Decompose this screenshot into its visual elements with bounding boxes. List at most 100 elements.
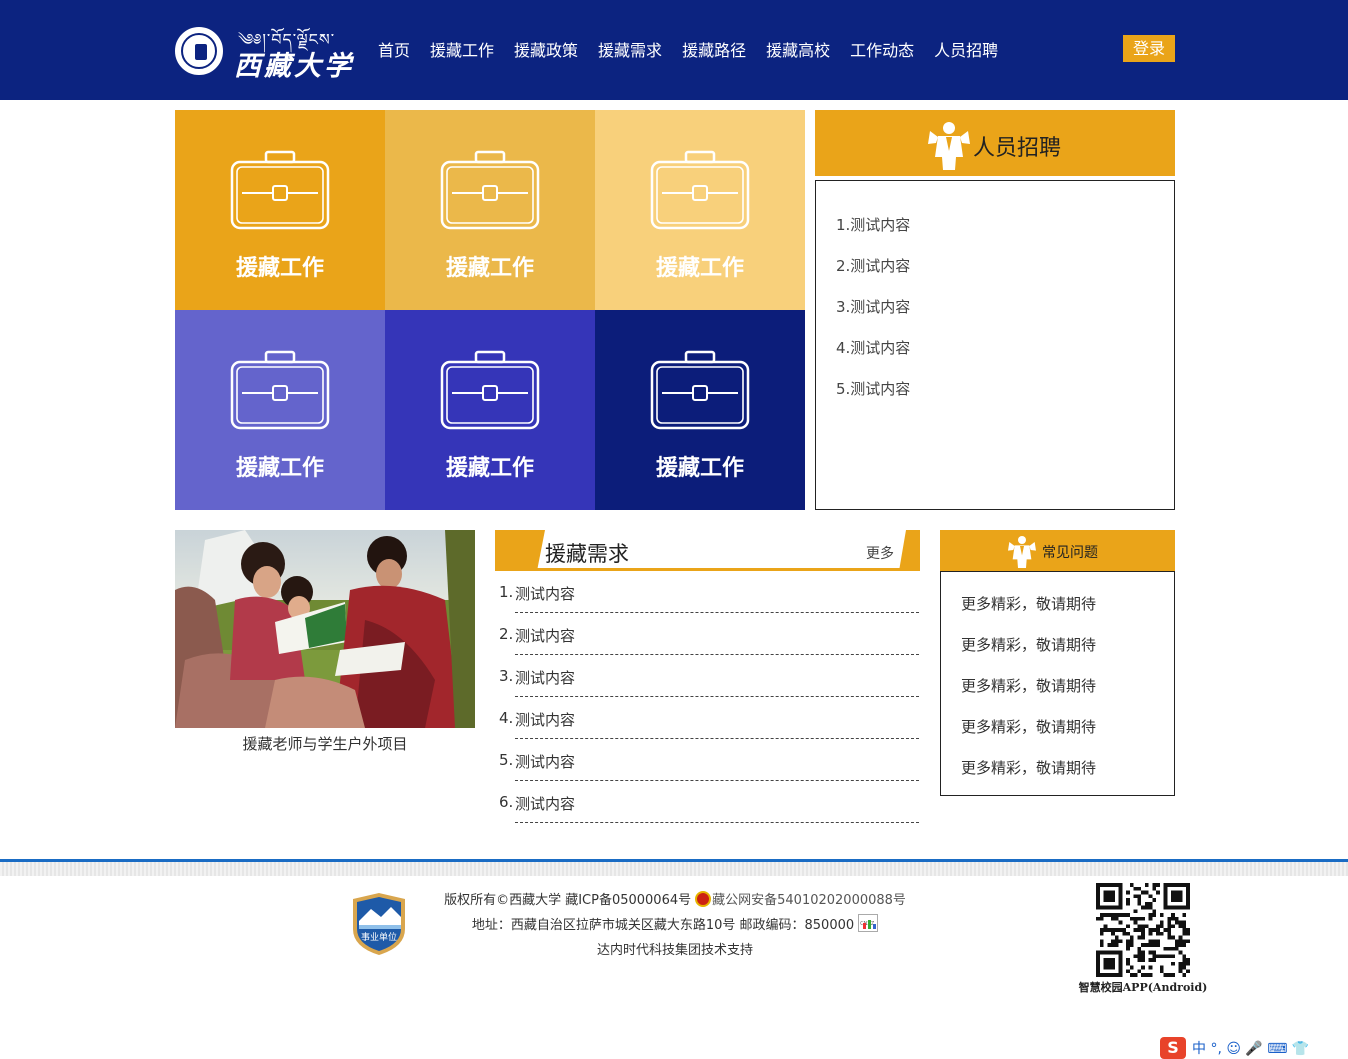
list-item-text: 测试内容 bbox=[515, 585, 576, 603]
list-item-text: 测试内容 bbox=[515, 627, 576, 645]
faq-list-item[interactable]: 更多精彩，敬请期待 bbox=[961, 625, 1174, 666]
nav-item-aid-policy[interactable]: 援藏政策 bbox=[504, 38, 588, 64]
photo-caption: 援藏老师与学生户外项目 bbox=[242, 735, 408, 753]
login-button[interactable]: 登录 bbox=[1123, 35, 1175, 62]
recruitment-panel: 人员招聘 1.测试内容 2.测试内容 3.测试内容 4.测试内容 5.测试内容 bbox=[815, 110, 1175, 510]
list-item-text: 测试内容 bbox=[515, 711, 576, 729]
tile-aid-work[interactable]: 援藏工作 bbox=[595, 110, 805, 310]
badge-label: 事业单位 bbox=[361, 931, 397, 943]
briefcase-icon bbox=[440, 150, 540, 230]
nav-item-aid-demand[interactable]: 援藏需求 bbox=[588, 38, 672, 64]
tile-label: 援藏工作 bbox=[445, 256, 534, 281]
tile-aid-work[interactable]: 援藏工作 bbox=[385, 110, 595, 310]
list-item[interactable]: 4. 测试内容 bbox=[495, 697, 920, 739]
police-record-text[interactable]: 藏公网安备54010202000088号 bbox=[712, 893, 906, 908]
faq-list-item[interactable]: 更多精彩，敬请期待 bbox=[961, 666, 1174, 707]
recruitment-list-box: 1.测试内容 2.测试内容 3.测试内容 4.测试内容 5.测试内容 bbox=[815, 180, 1175, 510]
tile-label: 援藏工作 bbox=[235, 256, 324, 281]
university-logo-text[interactable]: ༄༅།་བོད་ལྗོངས་ 西藏大学 bbox=[234, 22, 354, 82]
tile-label: 援藏工作 bbox=[655, 456, 744, 481]
emblem-ring bbox=[181, 33, 217, 69]
qr-code-icon bbox=[1096, 883, 1190, 977]
list-item[interactable]: 2. 测试内容 bbox=[495, 613, 920, 655]
list-item[interactable]: 6. 测试内容 bbox=[495, 781, 920, 823]
students-reading-photo bbox=[175, 530, 475, 728]
tile-label: 援藏工作 bbox=[235, 456, 324, 481]
recruitment-list: 1.测试内容 2.测试内容 3.测试内容 4.测试内容 5.测试内容 bbox=[816, 181, 1174, 410]
list-item-number: 6. bbox=[499, 793, 514, 811]
faq-list-box: 更多精彩，敬请期待 更多精彩，敬请期待 更多精彩，敬请期待 更多精彩，敬请期待 … bbox=[940, 571, 1175, 796]
recruitment-list-item[interactable]: 2.测试内容 bbox=[836, 246, 1174, 287]
nav-item-recruitment[interactable]: 人员招聘 bbox=[924, 38, 1008, 64]
footer-address-line: 地址：西藏自治区拉萨市城关区藏大东路10号 邮政编码：850000CNZZ bbox=[420, 913, 930, 938]
main-nav: 首页 援藏工作 援藏政策 援藏需求 援藏路径 援藏高校 工作动态 人员招聘 bbox=[368, 38, 1008, 64]
nav-item-aid-work[interactable]: 援藏工作 bbox=[420, 38, 504, 64]
faq-list-item[interactable]: 更多精彩，敬请期待 bbox=[961, 748, 1174, 789]
site-header: ༄༅།་བོད་ལྗོངས་ 西藏大学 首页 援藏工作 援藏政策 援藏需求 援藏… bbox=[0, 0, 1348, 100]
recruitment-list-item[interactable]: 5.测试内容 bbox=[836, 369, 1174, 410]
site-footer: 事业单位 版权所有©西藏大学 藏ICP备05000064号 藏公网安备540102… bbox=[0, 859, 1348, 1059]
list-item-number: 3. bbox=[499, 667, 514, 685]
nav-item-work-news[interactable]: 工作动态 bbox=[840, 38, 924, 64]
briefcase-icon bbox=[440, 350, 540, 430]
ime-status-icons[interactable]: 中 °, ☺ 🎤 ⌨ 👕 bbox=[1192, 1038, 1309, 1058]
nav-item-aid-path[interactable]: 援藏路径 bbox=[672, 38, 756, 64]
list-item[interactable]: 1. 测试内容 bbox=[495, 571, 920, 613]
faq-header: 常见问题 bbox=[940, 530, 1175, 571]
briefcase-icon bbox=[230, 150, 330, 230]
dashed-divider bbox=[515, 822, 919, 823]
footer-texture-band bbox=[0, 862, 1348, 876]
recruitment-list-item[interactable]: 1.测试内容 bbox=[836, 205, 1174, 246]
list-item[interactable]: 5. 测试内容 bbox=[495, 739, 920, 781]
tile-aid-work[interactable]: 援藏工作 bbox=[385, 310, 595, 510]
footer-copyright-line: 版权所有©西藏大学 藏ICP备05000064号 藏公网安备54010202000… bbox=[420, 888, 930, 913]
footer-support-line: 达内时代科技集团技术支持 bbox=[596, 943, 753, 958]
tile-label: 援藏工作 bbox=[655, 256, 744, 281]
list-item-number: 4. bbox=[499, 709, 514, 727]
recruitment-header: 人员招聘 bbox=[815, 110, 1175, 176]
list-item-number: 1. bbox=[499, 583, 514, 601]
list-item-text: 测试内容 bbox=[515, 753, 576, 771]
qr-caption: 智慧校园APP(Android) bbox=[1078, 981, 1208, 994]
cnzz-stats-icon[interactable]: CNZZ bbox=[858, 914, 879, 932]
briefcase-icon bbox=[230, 350, 330, 430]
aid-demand-header: 援藏需求 更多 bbox=[495, 530, 920, 571]
footer-info: 版权所有©西藏大学 藏ICP备05000064号 藏公网安备54010202000… bbox=[420, 888, 930, 963]
police-badge-icon bbox=[695, 891, 712, 907]
recruitment-title: 人员招聘 bbox=[973, 136, 1062, 161]
list-item-text: 测试内容 bbox=[515, 795, 576, 813]
aid-demand-title: 援藏需求 bbox=[545, 542, 629, 566]
recruitment-list-item[interactable]: 3.测试内容 bbox=[836, 287, 1174, 328]
tile-aid-work[interactable]: 援藏工作 bbox=[175, 110, 385, 310]
list-item-number: 5. bbox=[499, 751, 514, 769]
faq-list: 更多精彩，敬请期待 更多精彩，敬请期待 更多精彩，敬请期待 更多精彩，敬请期待 … bbox=[941, 572, 1174, 789]
university-emblem-icon[interactable] bbox=[175, 27, 223, 75]
nav-item-home[interactable]: 首页 bbox=[368, 38, 420, 64]
list-item-text: 测试内容 bbox=[515, 669, 576, 687]
briefcase-icon bbox=[650, 150, 750, 230]
faq-title: 常见问题 bbox=[1042, 545, 1098, 561]
faq-list-item[interactable]: 更多精彩，敬请期待 bbox=[961, 584, 1174, 625]
ime-toolbar[interactable]: S 中 °, ☺ 🎤 ⌨ 👕 bbox=[1160, 1036, 1348, 1059]
tile-aid-work[interactable]: 援藏工作 bbox=[175, 310, 385, 510]
public-institution-badge-icon[interactable]: 事业单位 bbox=[351, 891, 407, 957]
faq-list-item[interactable]: 更多精彩，敬请期待 bbox=[961, 707, 1174, 748]
person-icon bbox=[1008, 536, 1036, 568]
sogou-ime-icon[interactable]: S bbox=[1160, 1036, 1186, 1059]
address-text: 地址：西藏自治区拉萨市城关区藏大东路10号 邮政编码：850000 bbox=[471, 918, 855, 933]
featured-photo[interactable] bbox=[175, 530, 475, 728]
list-item-number: 2. bbox=[499, 625, 514, 643]
quick-tiles-grid: 援藏工作 援藏工作 援藏工作 援藏工作 援藏工作 援藏工作 bbox=[175, 110, 805, 510]
list-item[interactable]: 3. 测试内容 bbox=[495, 655, 920, 697]
tile-label: 援藏工作 bbox=[445, 456, 534, 481]
tile-aid-work[interactable]: 援藏工作 bbox=[595, 310, 805, 510]
nav-item-aid-universities[interactable]: 援藏高校 bbox=[756, 38, 840, 64]
briefcase-icon bbox=[650, 350, 750, 430]
aid-demand-panel: 援藏需求 更多 1. 测试内容 2. 测试内容 3. 测试内容 4. 测试内容 5. 测试… bbox=[495, 530, 920, 830]
copyright-text[interactable]: 版权所有©西藏大学 藏ICP备05000064号 bbox=[444, 893, 691, 908]
recruitment-list-item[interactable]: 4.测试内容 bbox=[836, 328, 1174, 369]
faq-panel: 常见问题 更多精彩，敬请期待 更多精彩，敬请期待 更多精彩，敬请期待 更多精彩，… bbox=[940, 530, 1175, 796]
aid-demand-list: 1. 测试内容 2. 测试内容 3. 测试内容 4. 测试内容 5. 测试内容 6. 测试内… bbox=[495, 571, 920, 823]
more-link[interactable]: 更多 bbox=[866, 543, 894, 563]
person-icon bbox=[928, 122, 970, 170]
